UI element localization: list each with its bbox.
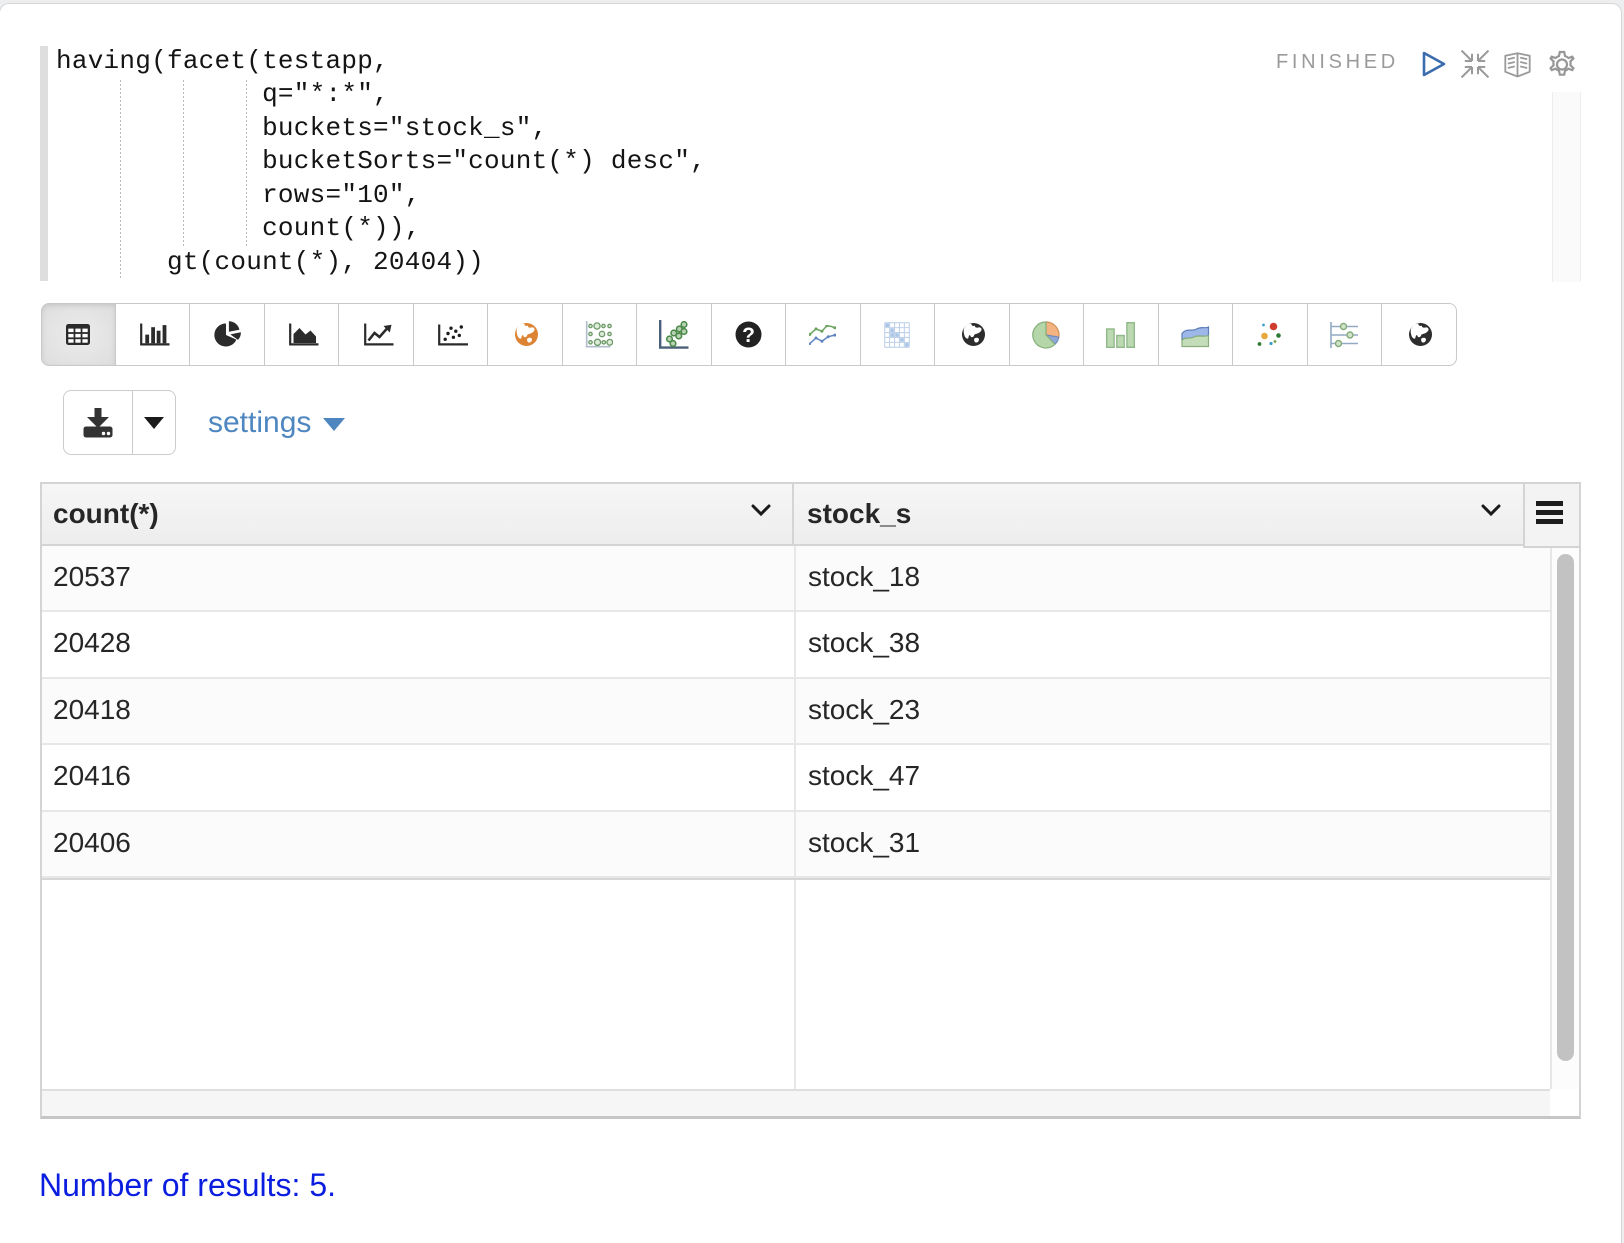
svg-text:?: ? (742, 324, 755, 347)
